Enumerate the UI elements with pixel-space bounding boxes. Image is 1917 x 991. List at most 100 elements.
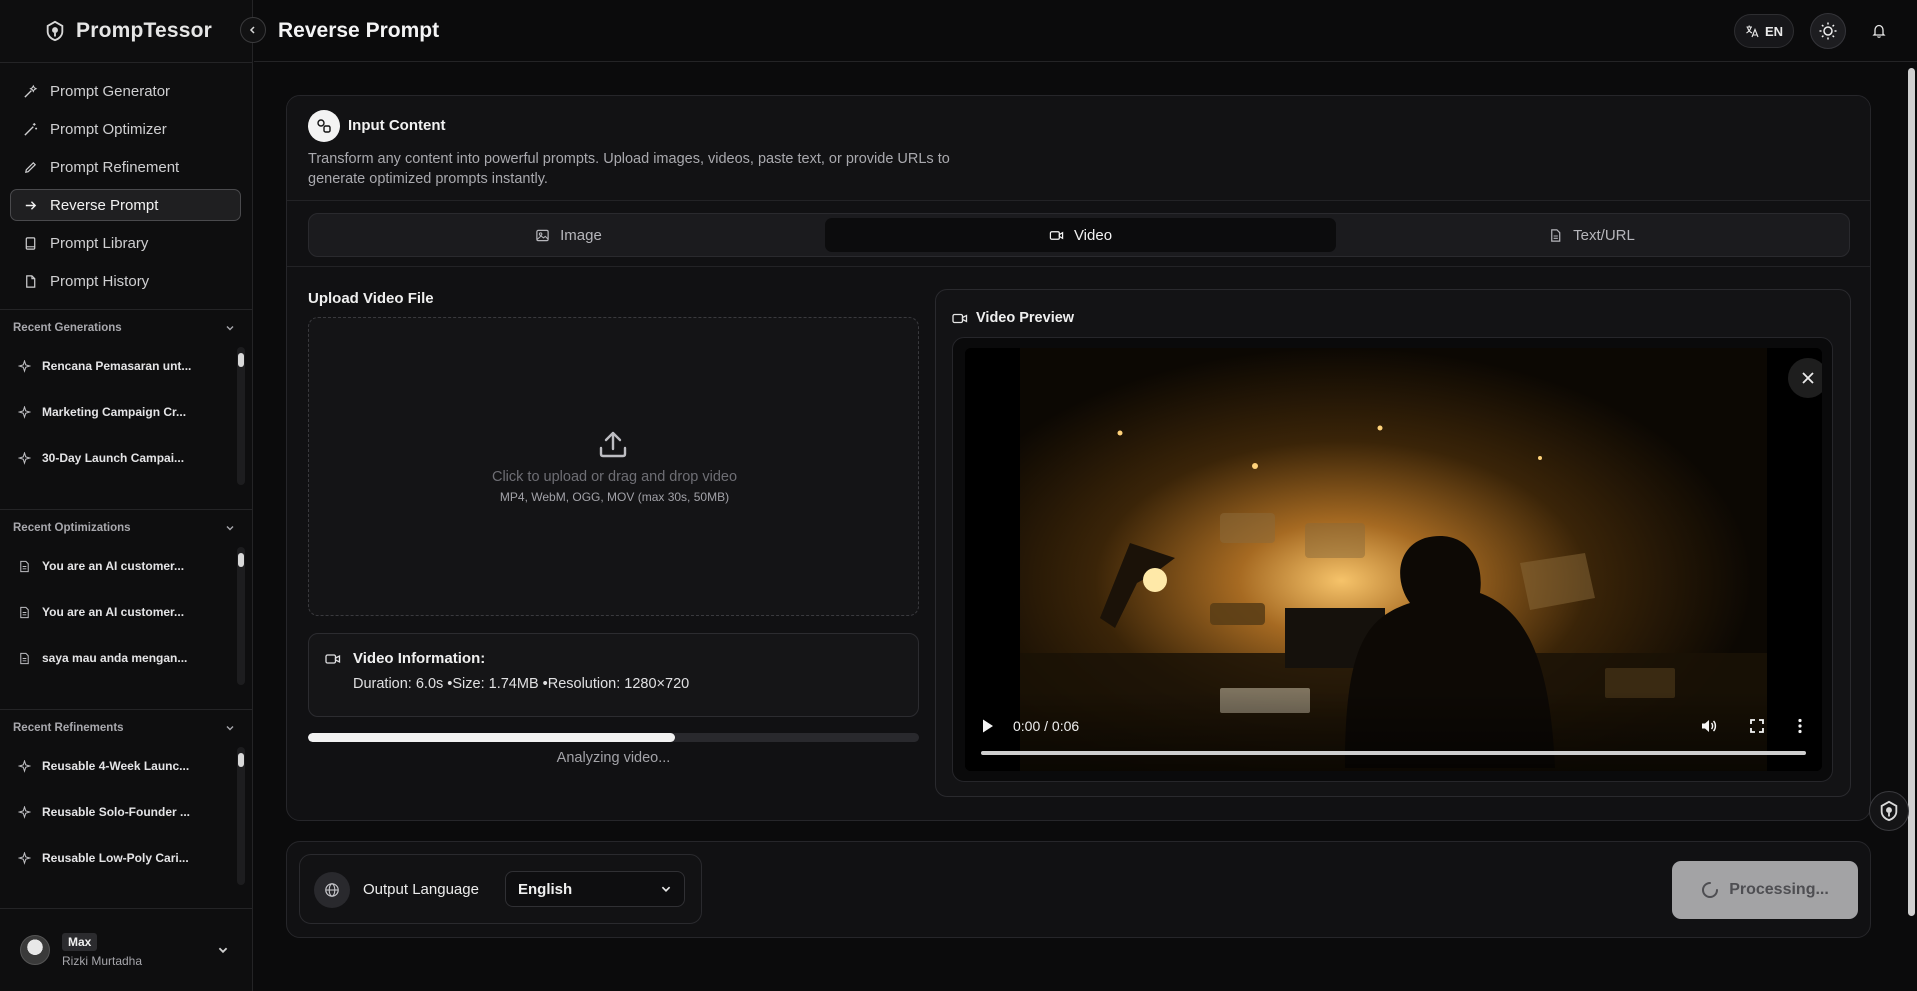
play-icon[interactable] xyxy=(981,718,995,734)
list-item[interactable]: You are an AI customer... xyxy=(0,543,253,589)
page-scrollbar[interactable] xyxy=(1906,62,1917,991)
arrow-right-icon xyxy=(25,200,37,210)
language-switch-button[interactable]: EN xyxy=(1734,14,1794,48)
sidebar-item-label: Prompt Generator xyxy=(50,82,171,100)
sparkles-icon xyxy=(18,759,31,773)
sparkles-icon xyxy=(18,851,31,865)
notifications-button[interactable] xyxy=(1864,16,1894,46)
recent-optimizations-header[interactable]: Recent Optimizations xyxy=(0,513,253,543)
collapse-sidebar-button[interactable] xyxy=(240,17,266,43)
video-icon xyxy=(1049,230,1064,240)
magic-wand-icon xyxy=(24,122,38,136)
list-item[interactable]: Rencana Pemasaran unt... xyxy=(0,343,253,389)
list-item[interactable]: Reusable 4-Week Launc... xyxy=(0,743,253,789)
fullscreen-icon[interactable] xyxy=(1749,718,1765,734)
top-header: Reverse Prompt EN xyxy=(254,0,1917,62)
video-preview-title: Video Preview xyxy=(976,310,1075,326)
close-icon xyxy=(1802,372,1814,384)
card-description: Transform any content into powerful prom… xyxy=(308,151,950,187)
recent-refinements-header[interactable]: Recent Refinements xyxy=(0,713,253,743)
upload-label: Upload Video File xyxy=(308,290,434,307)
brand-name: PrompTessor xyxy=(76,19,213,42)
sidebar: PrompTessor Prompt Generator Prompt Opti… xyxy=(0,0,253,991)
recent-optimizations-section: Recent Optimizations You are an AI custo… xyxy=(0,513,253,689)
scrollbar-thumb[interactable] xyxy=(238,753,244,767)
video-seek-bar[interactable] xyxy=(981,751,1806,755)
section-title: Recent Refinements xyxy=(13,722,124,734)
video-preview-panel: Video Preview 0:00 / 0:06 xyxy=(935,289,1851,797)
brand[interactable]: PrompTessor xyxy=(44,18,212,44)
video-dropzone[interactable]: Click to upload or drag and drop video M… xyxy=(308,317,919,616)
user-menu[interactable]: Max Rizki Murtadha xyxy=(0,920,253,980)
page-title: Reverse Prompt xyxy=(278,19,440,42)
video-player[interactable]: 0:00 / 0:06 xyxy=(965,348,1822,771)
processing-button[interactable]: Processing... xyxy=(1672,861,1858,919)
theme-toggle-button[interactable] xyxy=(1810,13,1846,49)
document-icon xyxy=(20,652,29,664)
list-scrollbar[interactable] xyxy=(237,347,245,485)
chevron-down-icon xyxy=(226,326,234,331)
video-info-details: Duration: 6.0s •Size: 1.74MB •Resolution… xyxy=(353,676,690,692)
list-item-label: You are an AI customer... xyxy=(42,559,185,573)
sparkles-icon xyxy=(18,805,31,819)
recent-optimizations-list: You are an AI customer... You are an AI … xyxy=(0,543,253,689)
tab-label: Video xyxy=(1073,226,1113,244)
sidebar-item-prompt-generator[interactable]: Prompt Generator xyxy=(10,75,241,107)
list-item[interactable]: saya mau anda mengan... xyxy=(0,635,253,681)
more-options-icon[interactable] xyxy=(1797,718,1803,734)
sidebar-item-prompt-optimizer[interactable]: Prompt Optimizer xyxy=(10,113,241,145)
sidebar-item-prompt-refinement[interactable]: Prompt Refinement xyxy=(10,151,241,183)
progress-fill xyxy=(308,733,675,742)
tab-text-url[interactable]: Text/URL xyxy=(1336,218,1847,252)
sparkles-icon xyxy=(18,359,31,373)
section-title: Recent Generations xyxy=(13,322,122,334)
video-time: 0:00 / 0:06 xyxy=(1013,718,1080,734)
output-language-label: Output Language xyxy=(363,881,479,898)
volume-icon[interactable] xyxy=(1700,718,1718,734)
tab-video[interactable]: Video xyxy=(825,218,1336,252)
brand-logo-icon xyxy=(1880,800,1898,822)
pencil-icon xyxy=(25,161,37,173)
list-item-label: Reusable Low-Poly Cari... xyxy=(42,851,189,865)
recent-generations-list: Rencana Pemasaran unt... Marketing Campa… xyxy=(0,343,253,489)
scrollbar-thumb[interactable] xyxy=(238,553,244,567)
scrollbar-thumb[interactable] xyxy=(238,353,244,367)
tab-image[interactable]: Image xyxy=(313,218,824,252)
output-language-group: Output Language English xyxy=(299,854,702,924)
sparkles-icon xyxy=(18,451,31,465)
list-scrollbar[interactable] xyxy=(237,547,245,685)
video-info-title: Video Information: xyxy=(353,650,486,667)
list-item[interactable]: Reusable Low-Poly Cari... xyxy=(0,835,253,881)
sidebar-divider xyxy=(0,309,253,310)
sidebar-item-prompt-library[interactable]: Prompt Library xyxy=(10,227,241,259)
remove-video-button[interactable] xyxy=(1788,358,1822,398)
sparkles-wand-icon xyxy=(24,84,38,98)
dropzone-prompt: Click to upload or drag and drop video xyxy=(491,469,738,485)
sidebar-item-label: Prompt History xyxy=(50,272,150,290)
floating-assistant-button[interactable] xyxy=(1869,791,1909,831)
video-controls: 0:00 / 0:06 xyxy=(965,691,1822,771)
scrollbar-thumb[interactable] xyxy=(1908,68,1915,916)
list-item-label: Reusable Solo-Founder ... xyxy=(42,805,191,819)
sidebar-item-label: Reverse Prompt xyxy=(50,196,159,214)
analysis-status: Analyzing video... xyxy=(556,750,671,766)
list-scrollbar[interactable] xyxy=(237,747,245,885)
output-language-select[interactable]: English xyxy=(505,871,685,907)
list-item[interactable]: You are an AI customer... xyxy=(0,589,253,635)
image-icon xyxy=(536,229,549,241)
list-item-label: Reusable 4-Week Launc... xyxy=(42,759,190,773)
list-item[interactable]: Marketing Campaign Cr... xyxy=(0,389,253,435)
sidebar-item-reverse-prompt[interactable]: Reverse Prompt xyxy=(10,189,241,221)
spinner-icon xyxy=(1702,882,1719,898)
recent-generations-header[interactable]: Recent Generations xyxy=(0,313,253,343)
selected-language: English xyxy=(518,880,573,898)
sidebar-item-prompt-history[interactable]: Prompt History xyxy=(10,265,241,297)
card-header: Input Content Transform any content into… xyxy=(287,96,1870,201)
list-item[interactable]: 30-Day Launch Campai... xyxy=(0,435,253,481)
link-shapes-icon xyxy=(317,119,331,133)
language-code: EN xyxy=(1764,23,1784,39)
list-item[interactable]: Reusable Solo-Founder ... xyxy=(0,789,253,835)
brand-logo-icon xyxy=(46,20,64,42)
globe-icon xyxy=(325,883,339,897)
dropzone-formats: MP4, WebM, OGG, MOV (max 30s, 50MB) xyxy=(499,490,730,504)
